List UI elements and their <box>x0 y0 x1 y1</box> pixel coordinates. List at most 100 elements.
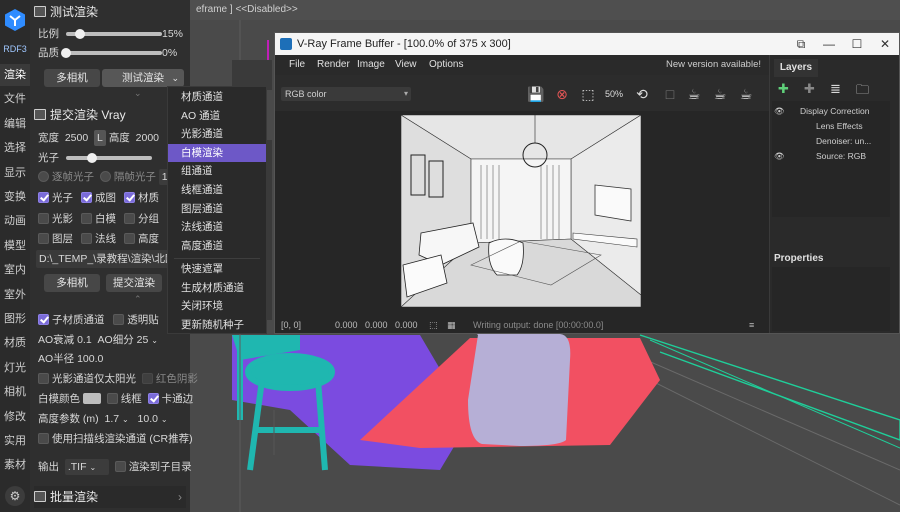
menu-item[interactable]: AO 通道 <box>168 107 266 125</box>
vfb-menu-item[interactable]: Image <box>357 55 385 75</box>
nav-item[interactable]: 素材 <box>0 454 30 476</box>
output-format-select[interactable]: .TIF ⌄ <box>64 459 109 475</box>
cartoon-edge-checkbox[interactable] <box>147 393 159 404</box>
aspect-lock-button[interactable]: L <box>94 130 106 146</box>
clay-color-swatch[interactable] <box>82 393 101 404</box>
vfb-menu-item[interactable]: Render <box>317 55 350 75</box>
pass-checkbox[interactable] <box>124 192 135 203</box>
per-frame-photon-radio[interactable] <box>38 171 49 182</box>
menu-item[interactable]: 图层通道 <box>168 200 266 218</box>
log-icon[interactable]: ≡ <box>749 317 754 333</box>
interval-photon-radio[interactable] <box>99 171 111 182</box>
stepper-arrows-icon[interactable]: ⌄ <box>161 415 168 424</box>
sun-only-checkbox[interactable] <box>38 373 49 384</box>
nav-item[interactable]: 室外 <box>0 284 30 306</box>
minimize-icon[interactable]: — <box>815 33 843 55</box>
pass-checkbox[interactable] <box>124 213 135 224</box>
nav-item[interactable]: 编辑 <box>0 113 30 135</box>
close-icon[interactable]: ✕ <box>871 33 899 55</box>
layer-source-rgb[interactable]: Source: RGB <box>816 149 866 163</box>
stepper-arrows-icon[interactable]: ⌄ <box>151 336 158 345</box>
menu-item[interactable]: 线框通道 <box>168 181 266 199</box>
region-icon[interactable]: □ <box>659 83 681 105</box>
nav-item[interactable]: 显示 <box>0 162 30 184</box>
nav-item[interactable]: 相机 <box>0 381 30 403</box>
menu-item[interactable]: 光影通道 <box>168 125 266 143</box>
vfb-menu-item[interactable]: File <box>289 55 305 75</box>
sub-material-checkbox[interactable] <box>38 314 49 325</box>
menu-item[interactable]: 高度通道 <box>168 237 266 255</box>
submit-render-header[interactable]: 提交渲染 Vray <box>34 104 186 126</box>
eye-icon[interactable]: 👁 <box>774 104 785 118</box>
ao-subdiv-input[interactable]: 25 <box>137 334 149 346</box>
test-render-header[interactable]: 测试渲染 <box>34 1 186 23</box>
transparent-map-checkbox[interactable] <box>113 314 125 325</box>
wireframe-checkbox[interactable] <box>106 393 118 404</box>
menu-item[interactable]: 更新随机种子 <box>168 316 266 334</box>
channel-select[interactable]: RGB color <box>281 87 411 101</box>
update-available-note[interactable]: New version available! <box>666 55 761 75</box>
collapse-chevron-icon-2[interactable]: ⌃ <box>134 294 142 305</box>
width-input[interactable]: 2500 <box>65 132 88 144</box>
nav-item[interactable]: 实用 <box>0 430 30 452</box>
nav-item[interactable]: 灯光 <box>0 357 30 379</box>
height-param-min-input[interactable]: 1.7 <box>105 413 120 425</box>
nav-item[interactable]: 材质 <box>0 332 30 354</box>
photon-slider[interactable] <box>66 156 152 160</box>
output-path-field[interactable]: D:\_TEMP_\录教程\渲染\北欧 <box>36 250 182 268</box>
menu-item[interactable]: 材质通道 <box>168 88 266 106</box>
menu-item[interactable]: 白模渲染 <box>168 143 266 162</box>
test-render-button[interactable]: 测试渲染 ⌄ <box>102 69 184 87</box>
scanline-checkbox[interactable] <box>38 433 49 444</box>
pass-checkbox[interactable] <box>38 213 49 224</box>
pass-checkbox[interactable] <box>124 233 135 244</box>
quality-slider[interactable] <box>66 51 162 55</box>
teapot-interactive-icon[interactable]: ☕ <box>709 83 731 105</box>
pass-checkbox[interactable] <box>38 233 49 244</box>
nav-item[interactable]: 选择 <box>0 137 30 159</box>
vfb-menu-item[interactable]: View <box>395 55 417 75</box>
height-input[interactable]: 2000 <box>136 132 159 144</box>
render-to-subdir-checkbox[interactable] <box>114 461 126 472</box>
multi-camera-button[interactable]: 多相机 <box>44 69 100 87</box>
clear-icon[interactable]: ⊗ <box>551 83 573 105</box>
pass-checkbox[interactable] <box>81 213 92 224</box>
menu-item[interactable]: 组通道 <box>168 162 266 180</box>
zoom-level[interactable]: 50% <box>603 83 625 105</box>
menu-item[interactable]: 生成材质通道 <box>168 279 266 297</box>
layers-tab[interactable]: Layers <box>774 59 818 77</box>
eye-icon[interactable]: 👁 <box>774 149 785 163</box>
settings-gear-icon[interactable]: ⚙ <box>5 486 25 506</box>
layer-display-correction[interactable]: Display Correction <box>800 104 869 118</box>
vfb-canvas[interactable] <box>275 111 769 317</box>
maximize-icon[interactable]: ☐ <box>843 33 871 55</box>
vfb-menu-item[interactable]: Options <box>429 55 463 75</box>
submit-render-button[interactable]: 提交渲染 <box>106 274 162 292</box>
layer-denoiser[interactable]: Denoiser: un... <box>816 134 871 148</box>
photon-slider-knob[interactable] <box>86 153 97 163</box>
stepper-arrows-icon[interactable]: ⌄ <box>122 415 129 424</box>
scale-slider-knob[interactable] <box>75 29 86 39</box>
pass-checkbox[interactable] <box>81 233 92 244</box>
add-layer-icon[interactable]: ✚ <box>778 81 789 97</box>
menu-item[interactable]: 法线通道 <box>168 218 266 236</box>
ao-falloff-input[interactable]: 0.1 <box>77 334 92 346</box>
teapot-render-icon[interactable]: ☕ <box>683 83 705 105</box>
ao-radius-input[interactable]: 100.0 <box>77 353 103 365</box>
nav-item[interactable]: 渲染 <box>0 64 30 86</box>
swatch-icon[interactable]: ▦ <box>447 317 456 333</box>
pass-checkbox[interactable] <box>81 192 92 203</box>
save-icon[interactable]: 💾 <box>525 83 547 105</box>
nav-item[interactable]: 室内 <box>0 259 30 281</box>
nav-item[interactable]: 模型 <box>0 235 30 257</box>
nav-item[interactable]: 图形 <box>0 308 30 330</box>
batch-render-header[interactable]: 批量渲染 › <box>34 486 186 508</box>
nav-item[interactable]: 动画 <box>0 210 30 232</box>
layer-lens-effects[interactable]: Lens Effects <box>816 119 863 133</box>
teapot-stop-icon[interactable]: ☕ <box>735 83 757 105</box>
remove-layer-icon[interactable]: ✚ <box>804 81 815 97</box>
height-param-max-input[interactable]: 10.0 <box>138 413 158 425</box>
pass-checkbox[interactable] <box>38 192 49 203</box>
quality-slider-knob[interactable] <box>61 48 71 58</box>
menu-item[interactable]: 快速遮罩 <box>168 260 266 278</box>
